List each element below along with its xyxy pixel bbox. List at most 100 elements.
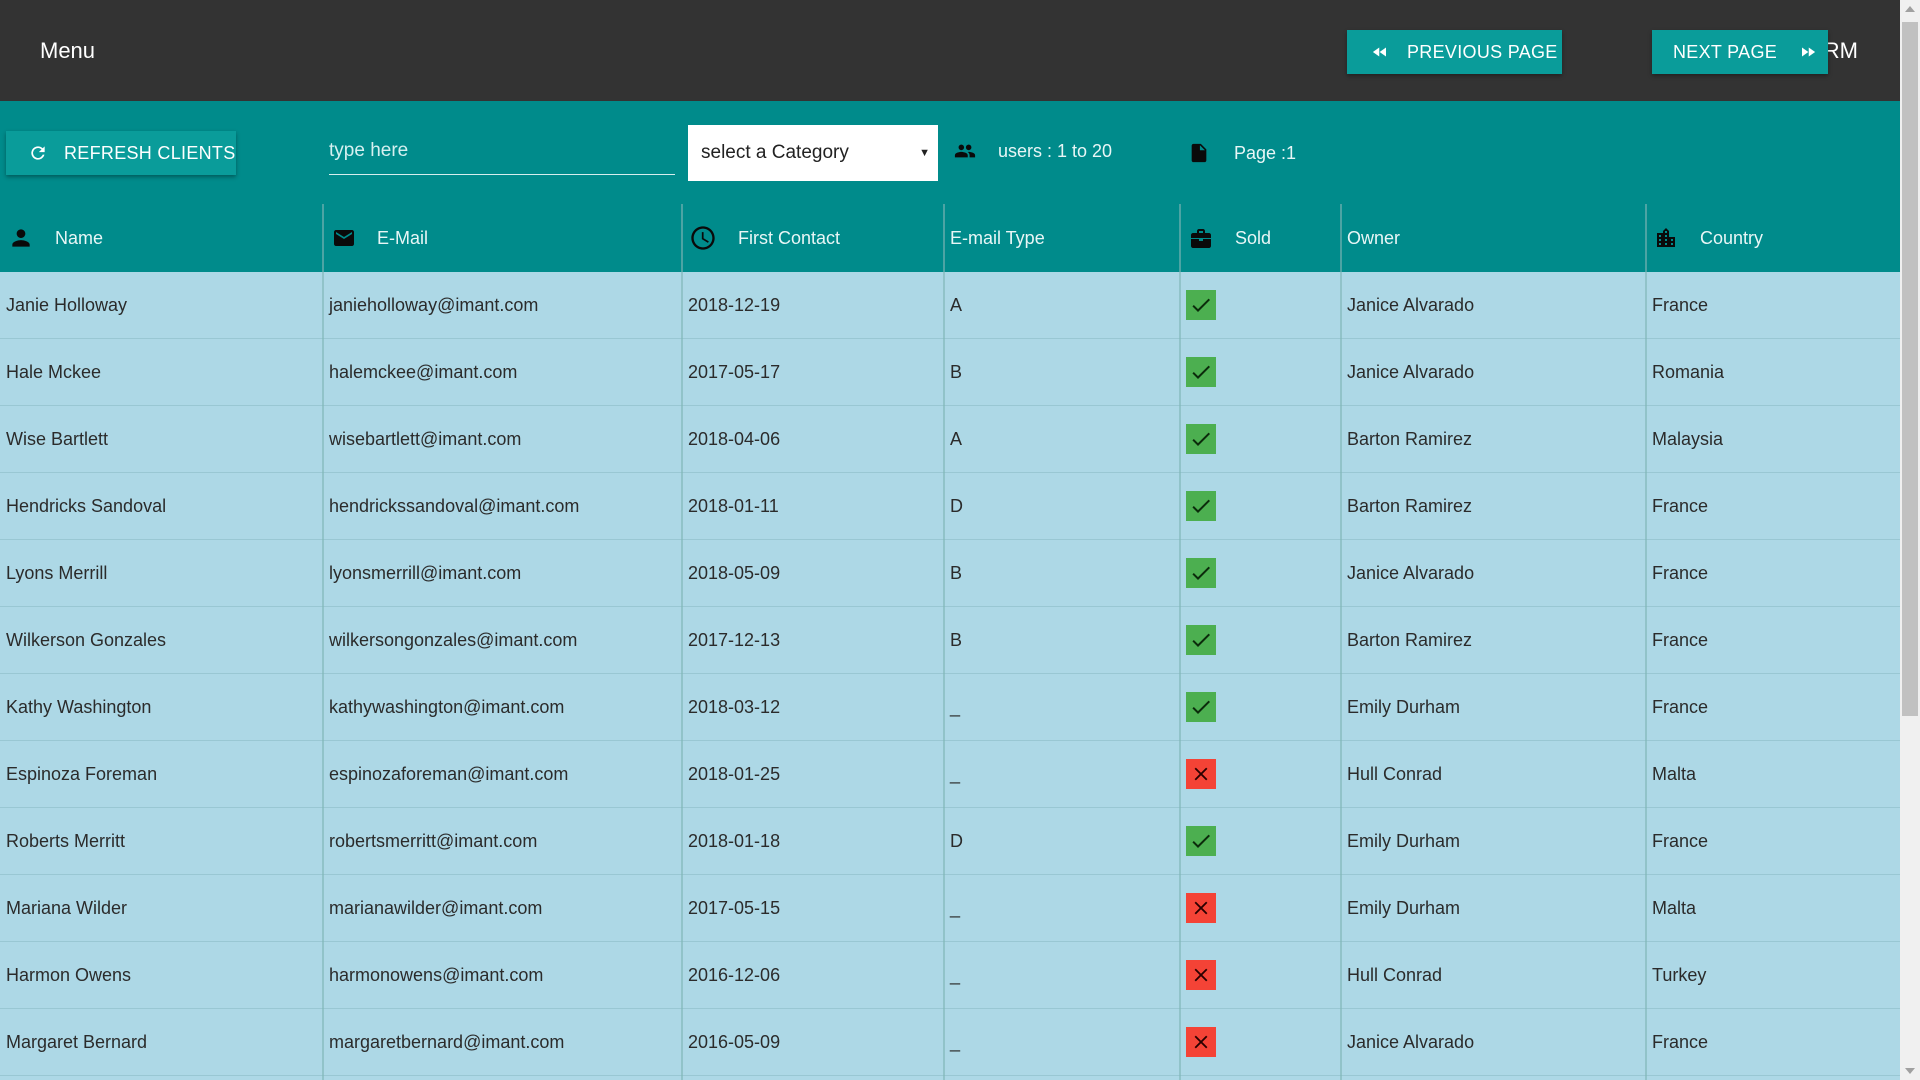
cell-first-contact: 2018-12-19 (688, 294, 781, 315)
cell-country: Malaysia (1652, 428, 1724, 449)
top-navbar: Menu CRM (0, 0, 1900, 101)
cell-country: Malta (1652, 763, 1697, 784)
cell-sold (1186, 1009, 1216, 1075)
table-row[interactable]: Wilkerson Gonzales wilkersongonzales@iman… (0, 607, 1900, 674)
previous-page-label: PREVIOUS PAGE (1407, 41, 1558, 62)
check-icon (1192, 298, 1210, 312)
cell-name: Margaret Bernard (6, 1031, 148, 1052)
column-divider (322, 204, 324, 1080)
table-row[interactable]: Hale Mckee halemckee@imant.com 2017-05-17 B… (0, 339, 1900, 406)
cross-icon (1194, 901, 1208, 915)
table-row[interactable]: Lyons Merrill lyonsmerrill@imant.com 2018-… (0, 540, 1900, 607)
users-range: users : 1 to 20 (950, 140, 1112, 162)
category-select[interactable]: select a Category ▼ (688, 125, 938, 181)
cell-email-type: B (950, 361, 963, 382)
next-page-label: NEXT PAGE (1673, 41, 1778, 62)
refresh-clients-button[interactable]: REFRESH CLIENTS (6, 131, 236, 175)
scroll-up-arrow-icon[interactable] (1905, 6, 1915, 12)
table-row[interactable]: Wise Bartlett wisebartlett@imant.com 2018-… (0, 406, 1900, 473)
vertical-scrollbar[interactable] (1900, 0, 1920, 1080)
table-row[interactable]: Janie Holloway janieholloway@imant.com 201… (0, 272, 1900, 339)
column-header-sold[interactable]: Sold (1188, 204, 1271, 272)
sold-yes-badge (1186, 290, 1216, 320)
column-divider (943, 204, 945, 1080)
table-row[interactable]: Espinoza Foreman espinozaforeman@imant.co… (0, 741, 1900, 808)
check-icon (1192, 700, 1210, 714)
sold-no-badge (1186, 960, 1216, 990)
previous-page-button[interactable]: PREVIOUS PAGE (1347, 30, 1562, 74)
refresh-clients-label: REFRESH CLIENTS (64, 142, 236, 163)
table-row[interactable]: Hendricks Sandoval hendrickssandoval@iman… (0, 473, 1900, 540)
cell-first-contact: 2016-12-06 (688, 964, 781, 985)
envelope-icon (334, 230, 354, 246)
column-divider (1645, 204, 1647, 1080)
sold-yes-badge (1186, 625, 1216, 655)
scrollbar-thumb[interactable] (1902, 22, 1918, 716)
cross-icon (1194, 767, 1208, 781)
cell-first-contact: 2017-12-13 (688, 629, 781, 650)
cell-first-contact: 2017-05-15 (688, 897, 781, 918)
search-input[interactable] (329, 128, 675, 175)
cell-name: Wise Bartlett (6, 428, 109, 449)
cell-country: Romania (1652, 361, 1725, 382)
cell-sold (1186, 473, 1216, 539)
cell-owner: Barton Ramirez (1347, 495, 1473, 516)
scroll-down-arrow-icon[interactable] (1905, 1068, 1915, 1074)
person-icon (12, 229, 30, 247)
next-page-button[interactable]: NEXT PAGE (1652, 30, 1828, 74)
cell-owner: Janice Alvarado (1347, 361, 1475, 382)
cell-sold (1186, 808, 1216, 874)
cell-name: Lyons Merrill (6, 562, 108, 583)
cell-country: France (1652, 294, 1709, 315)
cell-email: janieholloway@imant.com (329, 294, 539, 315)
page-icon (1191, 143, 1207, 163)
column-divider (681, 204, 683, 1080)
column-header-name[interactable]: Name (8, 204, 103, 272)
category-select-value: select a Category (701, 142, 849, 163)
page-indicator: Page :1 (1188, 140, 1296, 166)
cell-email-type: _ (950, 964, 961, 985)
column-divider (1179, 204, 1181, 1080)
cell-owner: Janice Alvarado (1347, 294, 1475, 315)
table-row[interactable]: Margaret Bernard margaretbernard@imant.co… (0, 1009, 1900, 1076)
cell-email-type: _ (950, 1031, 961, 1052)
cell-first-contact: 2018-05-09 (688, 562, 781, 583)
table-header: Name E-Mail First Contact E-mail Type So… (0, 204, 1900, 272)
column-header-owner[interactable]: Owner (1347, 204, 1400, 272)
cell-first-contact: 2016-05-09 (688, 1031, 781, 1052)
table-row[interactable]: Mariana Wilder marianawilder@imant.com 201… (0, 875, 1900, 942)
column-label-country: Country (1700, 227, 1764, 248)
cell-country: Malta (1652, 897, 1697, 918)
cross-icon (1194, 968, 1208, 982)
cell-email-type: B (950, 562, 963, 583)
column-header-country[interactable]: Country (1654, 204, 1763, 272)
column-header-first-contact[interactable]: First Contact (689, 204, 840, 272)
column-label-name: Name (55, 227, 104, 248)
cell-owner: Emily Durham (1347, 696, 1461, 717)
menu-link[interactable]: Menu (40, 38, 95, 64)
double-left-arrow-icon (1372, 47, 1386, 57)
column-label-sold: Sold (1235, 227, 1272, 248)
table-row[interactable]: Kathy Washington kathywashington@imant.co… (0, 674, 1900, 741)
table-row[interactable]: Harmon Owens harmonowens@imant.com 2016-12… (0, 942, 1900, 1009)
column-label-owner: Owner (1347, 227, 1401, 248)
sold-no-badge (1186, 893, 1216, 923)
column-label-first-contact: First Contact (738, 227, 841, 248)
column-label-email-type: E-mail Type (950, 227, 1045, 248)
column-label-email: E-Mail (377, 227, 429, 248)
cell-sold (1186, 741, 1216, 807)
cell-owner: Barton Ramirez (1347, 428, 1473, 449)
check-icon (1192, 566, 1210, 580)
cell-sold (1186, 607, 1216, 673)
cell-country: France (1652, 830, 1709, 851)
cell-country: Turkey (1652, 964, 1707, 985)
column-header-email-type[interactable]: E-mail Type (950, 204, 1045, 272)
cell-sold (1186, 875, 1216, 941)
table-row[interactable]: Roberts Merritt robertsmerritt@imant.com 2… (0, 808, 1900, 875)
column-header-email[interactable]: E-Mail (331, 204, 428, 272)
cell-name: Wilkerson Gonzales (6, 629, 167, 650)
cell-email-type: B (950, 629, 963, 650)
cell-email-type: _ (950, 696, 961, 717)
cell-sold (1186, 942, 1216, 1008)
sold-yes-badge (1186, 692, 1216, 722)
